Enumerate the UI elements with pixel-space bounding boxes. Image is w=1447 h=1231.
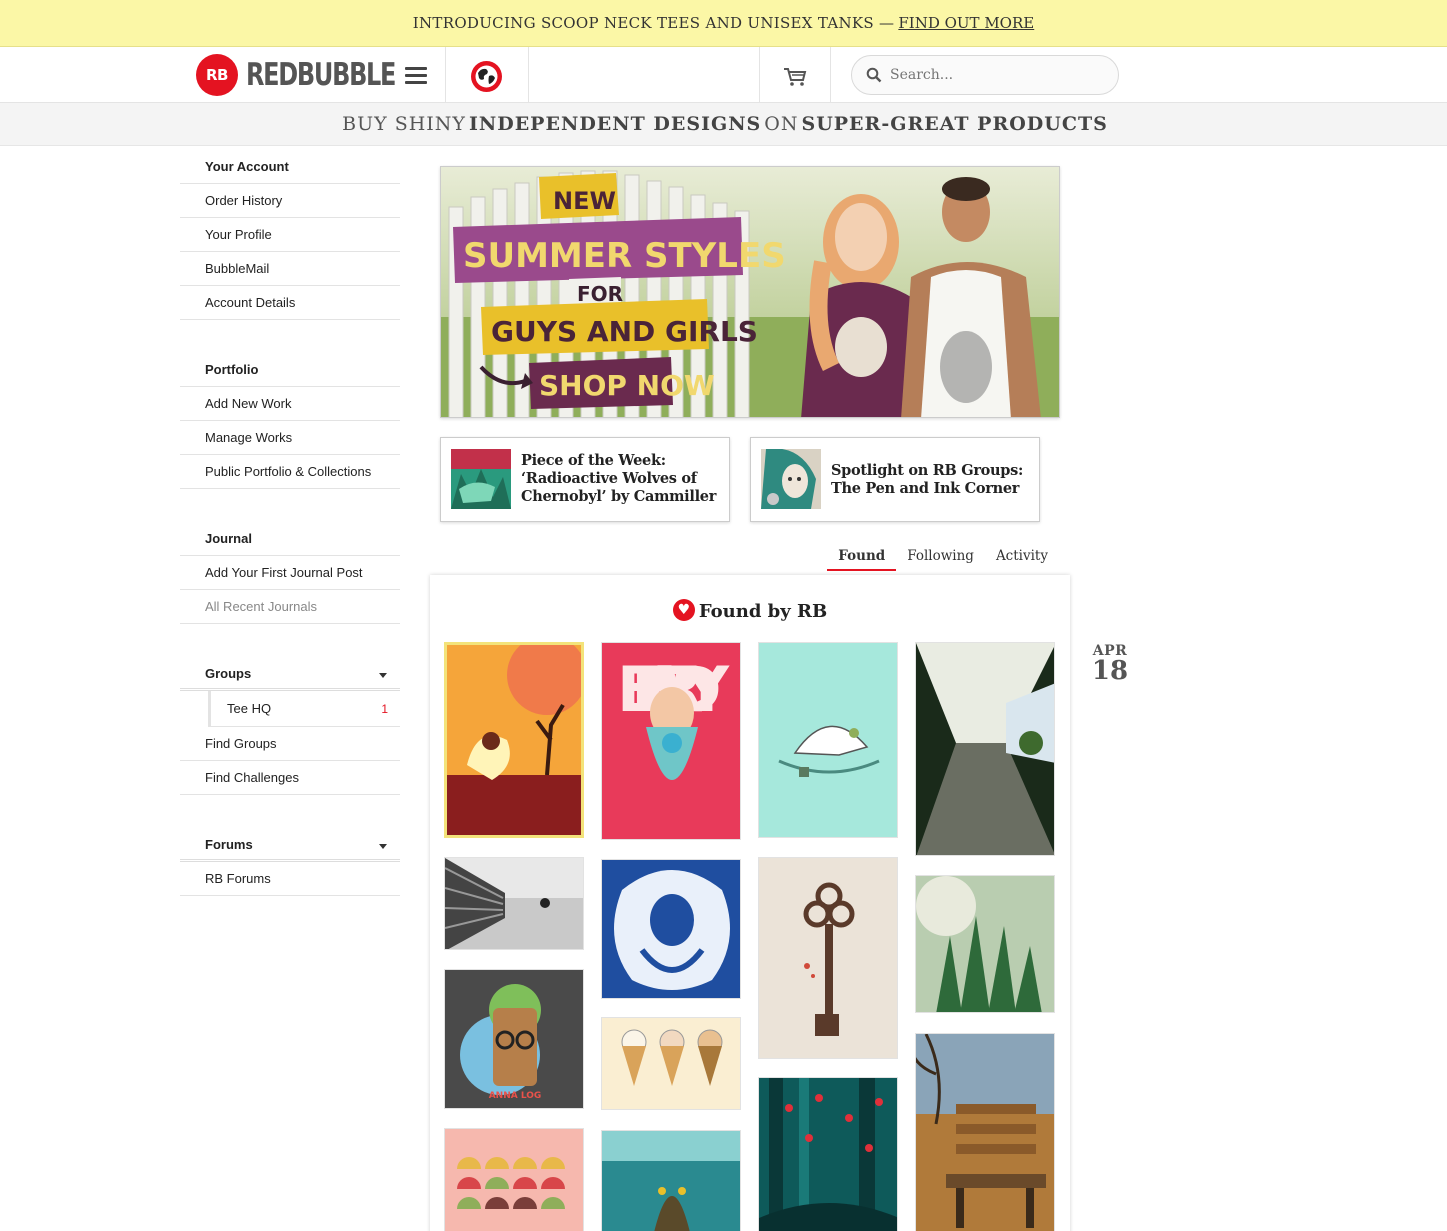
artwork-tile-anna-log[interactable]: ANNA LOG [444, 969, 584, 1109]
tagline-part: ON [764, 113, 799, 135]
groups-section: Groups Tee HQ 1 Find Groups Find Challen… [180, 657, 400, 795]
tagline-part: SUPER-GREAT PRODUCTS [801, 113, 1108, 135]
sidebar-heading-portfolio[interactable]: Portfolio [180, 353, 400, 387]
piece-of-the-week-card[interactable]: Piece of the Week: ‘Radioactive Wolves o… [440, 437, 730, 522]
caret-down-icon[interactable] [379, 844, 387, 849]
groups-heading-label: Groups [205, 666, 252, 681]
card-title: Spotlight on RB Groups: The Pen and Ink … [831, 462, 1024, 497]
search-box [851, 55, 1119, 95]
logo-mark: RB [196, 54, 238, 96]
banner-line-2: SUMMER STYLES [463, 236, 786, 276]
logo-wordmark: REDBUBBLE [246, 57, 396, 93]
forums-section: Forums RB Forums [180, 828, 400, 896]
journal-section: Journal Add Your First Journal Post All … [180, 522, 400, 624]
sidebar-item-account-details[interactable]: Account Details [180, 286, 400, 320]
header-divider [445, 47, 446, 102]
tab-following[interactable]: Following [896, 548, 985, 571]
sidebar-item-all-recent-journals[interactable]: All Recent Journals [180, 590, 400, 624]
sidebar: Your Account Order History Your Profile … [180, 150, 400, 929]
tagline-part: BUY SHINY [342, 113, 466, 135]
card-title: Piece of the Week: ‘Radioactive Wolves o… [521, 452, 717, 505]
banner-line-4: GUYS AND GIRLS [491, 315, 758, 348]
shopping-cart-icon[interactable] [783, 67, 807, 87]
tab-activity[interactable]: Activity [985, 548, 1059, 571]
artwork-tile-forest[interactable] [758, 1077, 898, 1231]
promo-text: INTRODUCING SCOOP NECK TEES AND UNISEX T… [412, 14, 895, 32]
sidebar-item-rb-forums[interactable]: RB Forums [180, 862, 400, 896]
sidebar-heading-groups[interactable]: Groups [180, 657, 400, 691]
artwork-tile-blue-dream[interactable] [601, 859, 741, 999]
group-name: Tee HQ [227, 701, 272, 716]
sidebar-item-your-profile[interactable]: Your Profile [180, 218, 400, 252]
sidebar-item-public-portfolio[interactable]: Public Portfolio & Collections [180, 455, 400, 489]
artwork-tile-scales[interactable] [444, 1128, 584, 1231]
artwork-tile-bw-bridge[interactable] [444, 857, 584, 950]
artwork-tile-key[interactable] [758, 857, 898, 1059]
account-section: Your Account Order History Your Profile … [180, 150, 400, 320]
artwork-tile-ship[interactable] [601, 1130, 741, 1231]
search-input[interactable] [890, 67, 1110, 83]
heart-icon [672, 599, 695, 621]
panel-title: Found by RB [430, 599, 1070, 622]
artwork-tile-corridor[interactable] [915, 642, 1055, 856]
sidebar-item-bubblemail[interactable]: BubbleMail [180, 252, 400, 286]
redbubble-logo[interactable]: RB REDBUBBLE [196, 54, 419, 96]
sidebar-heading-your-account[interactable]: Your Account [180, 150, 400, 184]
header-divider [759, 47, 760, 102]
card-thumbnail [761, 449, 821, 509]
sidebar-item-find-groups[interactable]: Find Groups [180, 727, 400, 761]
banner-line-1: NEW [553, 187, 616, 215]
sidebar-item-find-challenges[interactable]: Find Challenges [180, 761, 400, 795]
tagline: BUY SHINY INDEPENDENT DESIGNS ON SUPER-G… [0, 103, 1447, 146]
search-icon[interactable] [866, 67, 882, 83]
sidebar-heading-forums[interactable]: Forums [180, 828, 400, 862]
panel-title-text: Found by RB [698, 601, 828, 622]
caret-down-icon[interactable] [379, 673, 387, 678]
anna-log-text: ANNA LOG [489, 1091, 542, 1101]
date-marker: APR 18 [1090, 643, 1130, 686]
sidebar-item-manage-works[interactable]: Manage Works [180, 421, 400, 455]
sidebar-item-order-history[interactable]: Order History [180, 184, 400, 218]
found-by-rb-panel: Found by RB ANNA LOG [430, 575, 1070, 1231]
tagline-part: INDEPENDENT DESIGNS [468, 113, 762, 135]
artwork-tile-ice-creams[interactable] [601, 1017, 741, 1110]
forums-heading-label: Forums [205, 837, 253, 852]
date-day: 18 [1091, 656, 1129, 686]
banner-line-5: SHOP NOW [539, 369, 715, 402]
sidebar-heading-journal[interactable]: Journal [180, 522, 400, 556]
artwork-tile-fox-girl[interactable] [444, 642, 584, 838]
find-out-more-link[interactable]: FIND OUT MORE [898, 14, 1034, 32]
tab-found[interactable]: Found [827, 548, 897, 571]
artwork-tile-succulent[interactable] [915, 875, 1055, 1013]
site-header: RB REDBUBBLE [0, 47, 1447, 103]
header-divider [528, 47, 529, 102]
feed-tabs: Found Following Activity [827, 548, 1059, 571]
promo-banner: INTRODUCING SCOOP NECK TEES AND UNISEX T… [0, 0, 1447, 47]
notification-count-badge: 1 [381, 702, 388, 716]
sidebar-item-add-journal-post[interactable]: Add Your First Journal Post [180, 556, 400, 590]
artwork-tile-beardy[interactable]: BEARDY [601, 642, 741, 840]
portfolio-section: Portfolio Add New Work Manage Works Publ… [180, 353, 400, 489]
card-thumbnail [451, 449, 511, 509]
artwork-tile-bench[interactable] [915, 1033, 1055, 1231]
sidebar-item-tee-hq[interactable]: Tee HQ 1 [208, 691, 400, 727]
spotlight-groups-card[interactable]: Spotlight on RB Groups: The Pen and Ink … [750, 437, 1040, 522]
hamburger-menu-icon[interactable] [405, 67, 427, 85]
artwork-tile-shark[interactable] [758, 642, 898, 838]
header-divider [830, 47, 831, 102]
summer-styles-banner[interactable]: NEW SUMMER STYLES FOR GUYS AND GIRLS SHO… [440, 166, 1060, 418]
banner-artwork: NEW SUMMER STYLES FOR GUYS AND GIRLS SHO… [441, 167, 1059, 417]
sidebar-item-add-new-work[interactable]: Add New Work [180, 387, 400, 421]
globe-icon[interactable] [471, 61, 502, 92]
